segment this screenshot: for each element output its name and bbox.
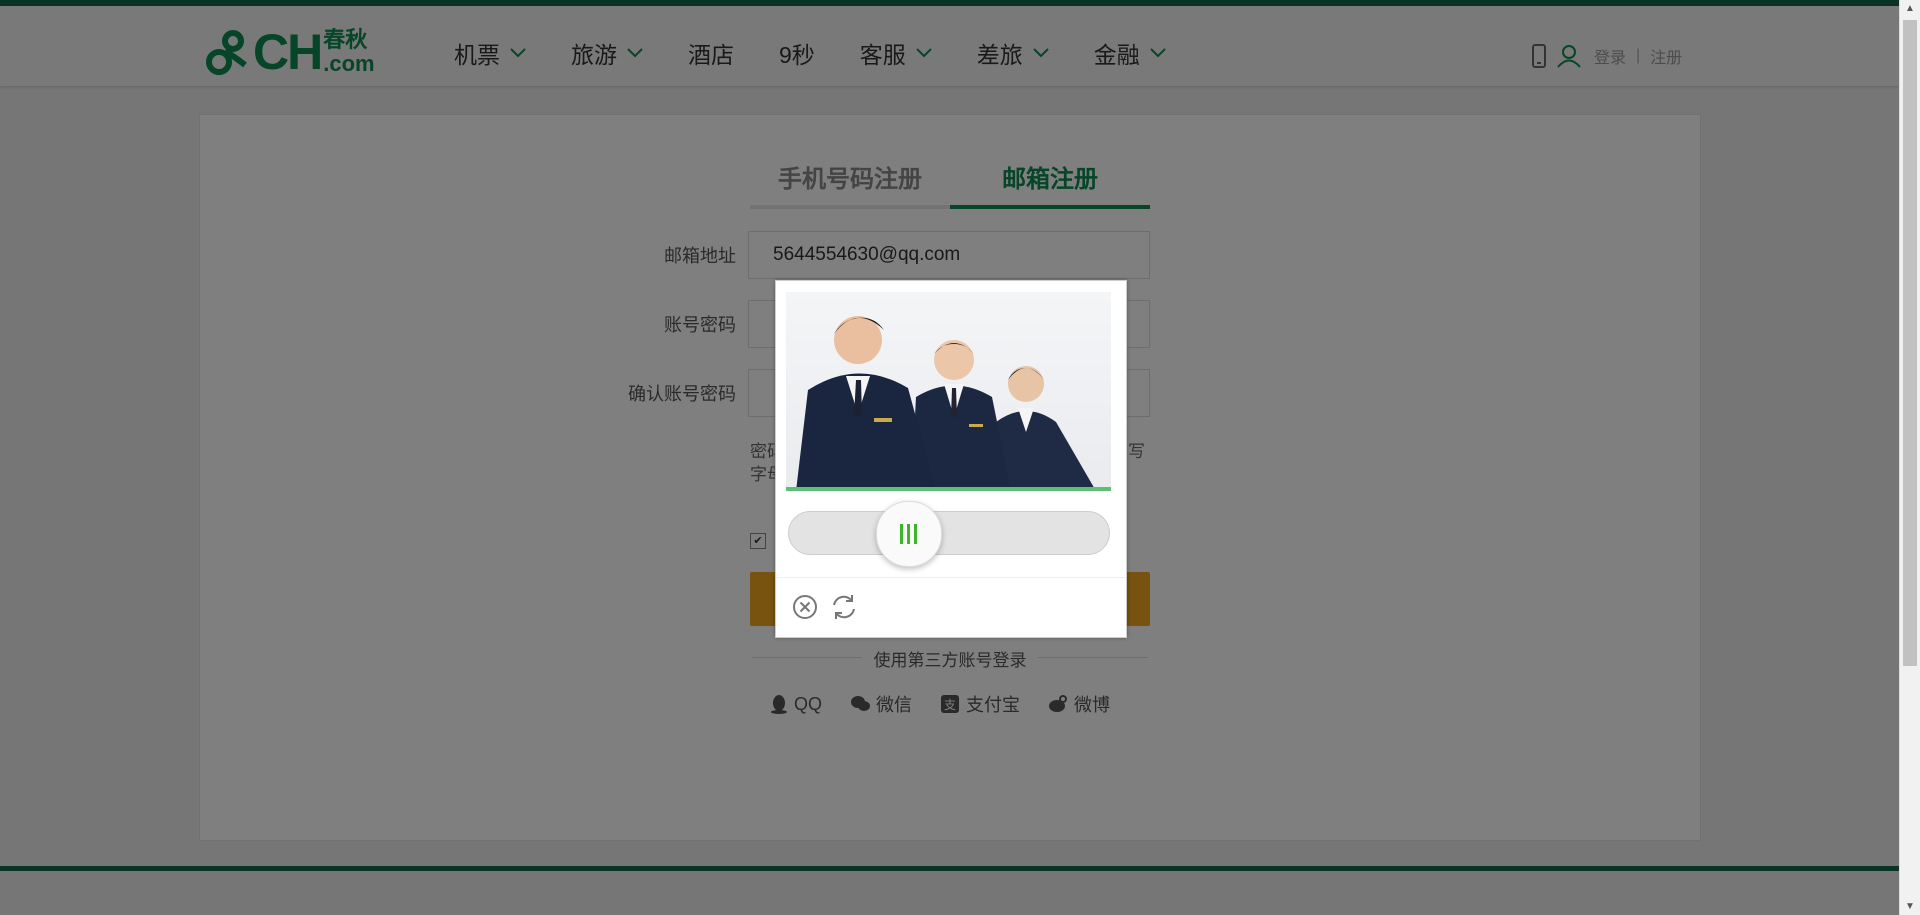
close-icon[interactable] [792,594,818,620]
drag-handle-icon [899,524,921,544]
captcha-image-bottom-line [786,487,1111,491]
scroll-down-arrow-icon[interactable]: ▼ [1905,901,1915,912]
captcha-slider-track[interactable] [788,511,1110,555]
captcha-divider [776,577,1126,578]
captcha-slider-handle[interactable] [875,501,942,567]
refresh-icon[interactable] [830,594,858,620]
slider-captcha [775,280,1127,638]
page-scrollbar[interactable]: ▲ ▼ [1899,0,1920,915]
scrollbar-thumb[interactable] [1903,20,1917,666]
captcha-photo-pilots [796,316,1096,491]
captcha-image [786,292,1111,491]
scroll-up-arrow-icon[interactable]: ▲ [1905,3,1915,14]
